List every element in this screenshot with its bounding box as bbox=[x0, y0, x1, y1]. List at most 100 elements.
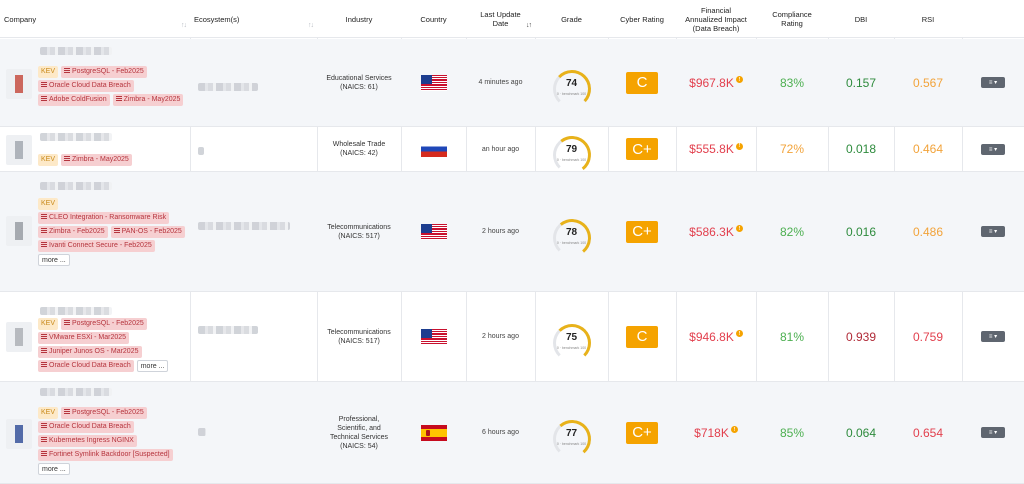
column-header-dbi[interactable]: DBI bbox=[828, 0, 894, 38]
cyber-rating-badge: C+ bbox=[626, 421, 658, 444]
vulnerability-tag[interactable]: VMware ESXi - Mar2025 bbox=[38, 332, 130, 344]
column-header-industry[interactable]: Industry bbox=[317, 0, 401, 38]
company-cell[interactable]: KEV PostgreSQL - Feb2025 Oracle Cloud Data… bbox=[0, 39, 190, 126]
grade-cell: 77 0 · benchmark 100 bbox=[535, 382, 608, 483]
more-tags-button[interactable]: more ... bbox=[38, 463, 70, 475]
flag-us-icon bbox=[420, 223, 447, 240]
company-logo bbox=[6, 135, 32, 165]
column-header-financial-impact[interactable]: Financial Annualized Impact (Data Breach… bbox=[676, 0, 756, 38]
tag-label: PostgreSQL - Feb2025 bbox=[72, 320, 144, 327]
list-icon bbox=[64, 409, 71, 414]
kev-badge[interactable]: KEV bbox=[38, 154, 59, 166]
table-row[interactable]: KEV PostgreSQL - Feb2025 Oracle Cloud Data… bbox=[0, 382, 1024, 484]
row-actions-menu-button[interactable]: ≡ ▾ bbox=[981, 77, 1005, 88]
rsi-value: 0.567 bbox=[912, 75, 944, 90]
grade-gauge: 75 0 · benchmark 100 bbox=[550, 322, 594, 362]
grade-score: 77 bbox=[565, 427, 578, 439]
financial-impact-value: $946.8K bbox=[689, 329, 734, 344]
list-icon bbox=[41, 82, 47, 87]
info-icon[interactable]: ! bbox=[730, 426, 738, 433]
column-header-cyber-rating[interactable]: Cyber Rating bbox=[608, 0, 676, 38]
cyber-rating-badge: C+ bbox=[626, 220, 658, 243]
company-logo bbox=[6, 322, 32, 352]
tag-label: Juniper Junos OS - Mar2025 bbox=[49, 348, 139, 355]
row-actions-menu-button[interactable]: ≡ ▾ bbox=[981, 427, 1005, 438]
rsi-cell: 0.654 bbox=[894, 382, 962, 483]
list-icon bbox=[115, 96, 122, 101]
actions-cell: ≡ ▾ bbox=[962, 39, 1024, 126]
sort-active-icon[interactable]: ↓↑ bbox=[526, 21, 532, 30]
column-header-ecosystems[interactable]: Ecosystem(s) ↑↓ bbox=[190, 0, 317, 38]
companies-table: Company ↑↓ Ecosystem(s) ↑↓ Industry Coun… bbox=[0, 0, 1024, 484]
info-icon[interactable]: ! bbox=[735, 330, 743, 337]
compliance-cell: 81% bbox=[756, 292, 828, 381]
table-header: Company ↑↓ Ecosystem(s) ↑↓ Industry Coun… bbox=[0, 0, 1024, 38]
sort-icon[interactable]: ↑↓ bbox=[308, 21, 314, 30]
vulnerability-tag[interactable]: Zimbra - May2025 bbox=[61, 154, 132, 166]
kev-badge[interactable]: KEV bbox=[38, 198, 59, 210]
table-row[interactable]: KEV PostgreSQL - Feb2025 Oracle Cloud Data… bbox=[0, 39, 1024, 127]
vulnerability-tag[interactable]: Oracle Cloud Data Breach bbox=[38, 80, 134, 92]
grade-cell: 75 0 · benchmark 100 bbox=[535, 292, 608, 381]
list-icon bbox=[113, 228, 120, 233]
company-cell[interactable]: KEV Zimbra - May2025 bbox=[0, 127, 190, 171]
column-header-company[interactable]: Company ↑↓ bbox=[0, 0, 190, 38]
last-update-text: an hour ago bbox=[481, 145, 520, 153]
vulnerability-tag[interactable]: Fortinet Symlink Backdoor [Suspected] bbox=[38, 449, 173, 461]
kev-badge[interactable]: KEV bbox=[38, 66, 59, 78]
vulnerability-tag[interactable]: PAN-OS - Feb2025 bbox=[110, 226, 185, 238]
vulnerability-tag[interactable]: PostgreSQL - Feb2025 bbox=[61, 66, 147, 78]
table-row[interactable]: KEV CLEO Integration - Ransomware Risk Zim… bbox=[0, 172, 1024, 292]
row-actions-menu-button[interactable]: ≡ ▾ bbox=[981, 143, 1005, 155]
info-icon[interactable]: ! bbox=[735, 142, 743, 150]
column-header-label: Ecosystem(s) bbox=[194, 14, 240, 24]
list-icon bbox=[41, 214, 47, 219]
column-header-country[interactable]: Country bbox=[401, 0, 466, 38]
column-header-grade[interactable]: Grade bbox=[535, 0, 608, 38]
gauge-scale: 0 · benchmark 100 bbox=[556, 158, 587, 162]
company-cell[interactable]: KEV CLEO Integration - Ransomware Risk Zim… bbox=[0, 172, 190, 291]
kev-badge[interactable]: KEV bbox=[38, 318, 59, 330]
sort-icon[interactable]: ↑↓ bbox=[181, 21, 187, 30]
cyber-rating-cell: C+ bbox=[608, 172, 676, 291]
vulnerability-tag[interactable]: Oracle Cloud Data Breach bbox=[38, 421, 134, 433]
redacted-company-name bbox=[40, 182, 112, 190]
more-tags-button[interactable]: more ... bbox=[38, 254, 70, 266]
row-actions-menu-button[interactable]: ≡ ▾ bbox=[981, 226, 1005, 237]
table-row[interactable]: KEV PostgreSQL - Feb2025 VMware ESXi - Mar… bbox=[0, 292, 1024, 382]
industry-cell: Educational Services (NAICS: 61) bbox=[317, 39, 401, 126]
cyber-rating-cell: C bbox=[608, 39, 676, 126]
vulnerability-tag[interactable]: Juniper Junos OS - Mar2025 bbox=[38, 346, 142, 358]
kev-badge[interactable]: KEV bbox=[38, 407, 59, 419]
vulnerability-tag[interactable]: Kubernetes Ingress NGINX bbox=[38, 435, 137, 447]
column-header-last-update[interactable]: Last Update Date ↓↑ bbox=[466, 0, 535, 38]
column-header-label: Country bbox=[420, 14, 447, 24]
tag-label: PAN-OS - Feb2025 bbox=[121, 228, 182, 235]
company-cell[interactable]: KEV PostgreSQL - Feb2025 VMware ESXi - Mar… bbox=[0, 292, 190, 381]
vulnerability-tag[interactable]: Zimbra - Feb2025 bbox=[38, 226, 108, 238]
info-icon[interactable]: ! bbox=[735, 76, 743, 83]
vulnerability-tag[interactable]: Ivanti Connect Secure - Feb2025 bbox=[38, 240, 155, 252]
vulnerability-tag[interactable]: PostgreSQL - Feb2025 bbox=[61, 318, 147, 330]
tag-label: KEV bbox=[41, 200, 56, 207]
actions-cell: ≡ ▾ bbox=[962, 127, 1024, 171]
tag-label: PostgreSQL - Feb2025 bbox=[72, 409, 144, 416]
vulnerability-tag[interactable]: Oracle Cloud Data Breach bbox=[38, 360, 134, 372]
grade-gauge: 78 0 · benchmark 100 bbox=[550, 216, 594, 259]
industry-cell: Telecommunications (NAICS: 517) bbox=[317, 292, 401, 381]
rsi-value: 0.654 bbox=[912, 425, 944, 440]
tag-label: Ivanti Connect Secure - Feb2025 bbox=[49, 242, 152, 249]
table-row[interactable]: KEV Zimbra - May2025 Wholesale Trade (NAI… bbox=[0, 127, 1024, 177]
vulnerability-tag[interactable]: Adobe ColdFusion bbox=[38, 94, 110, 106]
vulnerability-tag[interactable]: CLEO Integration - Ransomware Risk bbox=[38, 212, 170, 224]
row-actions-menu-button[interactable]: ≡ ▾ bbox=[981, 331, 1005, 342]
column-header-compliance[interactable]: Compliance Rating bbox=[756, 0, 828, 38]
info-icon[interactable]: ! bbox=[735, 225, 743, 232]
vulnerability-tag[interactable]: PostgreSQL - Feb2025 bbox=[61, 407, 147, 419]
list-icon bbox=[41, 437, 47, 442]
vulnerability-tag[interactable]: Zimbra - May2025 bbox=[112, 94, 184, 106]
list-icon bbox=[64, 156, 71, 161]
more-tags-button[interactable]: more ... bbox=[136, 360, 169, 372]
column-header-rsi[interactable]: RSI bbox=[894, 0, 962, 38]
company-cell[interactable]: KEV PostgreSQL - Feb2025 Oracle Cloud Data… bbox=[0, 382, 190, 483]
